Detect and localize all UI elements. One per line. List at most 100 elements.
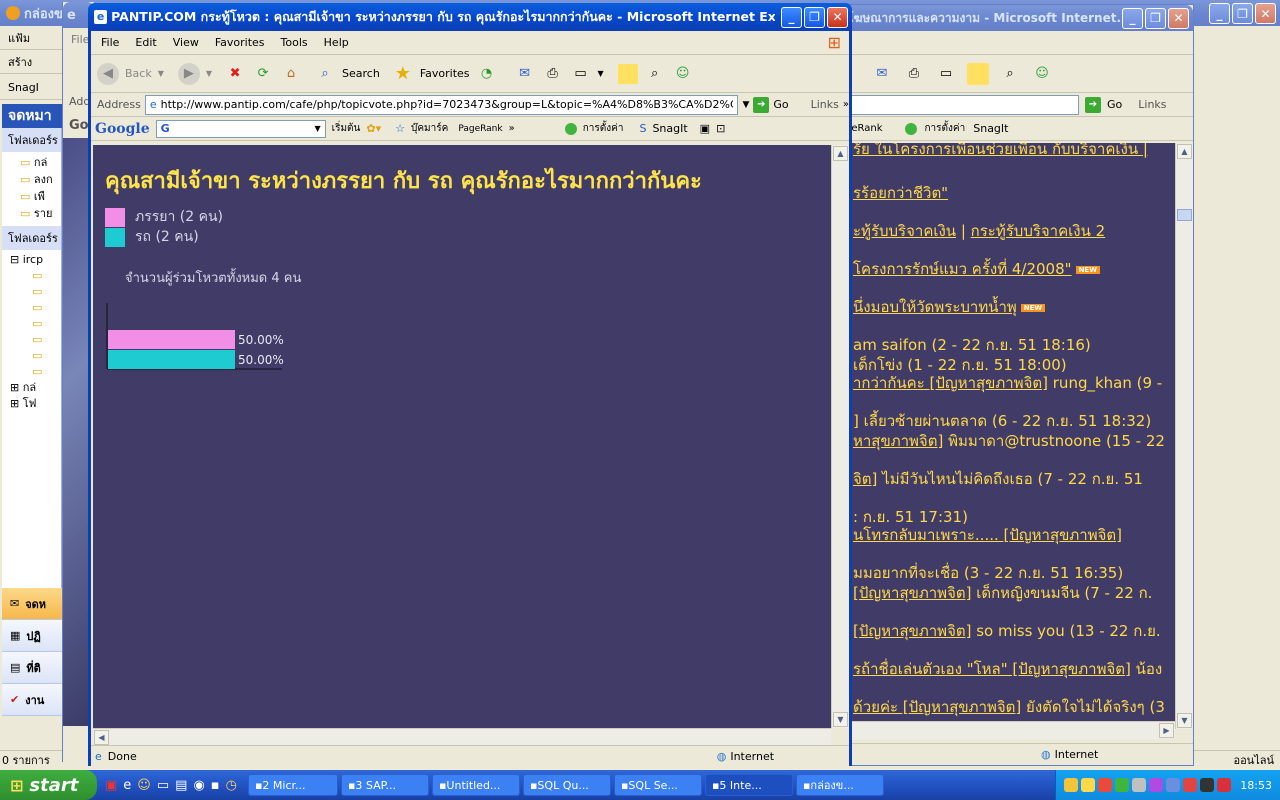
nav-mail[interactable]: ✉ จดห	[2, 588, 62, 620]
search-button[interactable]: Search	[342, 67, 380, 80]
favorites-button[interactable]: Favorites	[420, 67, 470, 80]
snagit-capture-icon[interactable]: ⊡	[716, 122, 725, 135]
topic-line[interactable]: รร้อยกว่าชีวิต"	[853, 181, 948, 205]
topic-link[interactable]: ากว่ากันคะ [ปัญหาสุขภาพจิต]	[853, 374, 1048, 392]
edit-icon[interactable]: ▭	[935, 63, 957, 85]
home-icon[interactable]: ⌂	[280, 63, 302, 85]
topic-link[interactable]: รถ้าชื่อเล่นตัวเอง "โหล" [ปัญหาสุขภาพจิต…	[853, 660, 1131, 678]
nav-contacts[interactable]: ▤ ที่ติ	[2, 652, 62, 684]
nav-calendar[interactable]: ▦ ปฏิ	[2, 620, 62, 652]
folder-item[interactable]: ▭ ลงก	[20, 171, 61, 188]
quicklaunch-terminal-icon[interactable]: ▪	[211, 778, 220, 793]
right-ie-snagit[interactable]: SnagIt	[973, 122, 1008, 135]
topic-line[interactable]: [ปัญหาสุขภาพจิต] เด็กหญิงขนมจีน (7 - 22 …	[853, 581, 1152, 605]
close-button[interactable]: ✕	[827, 6, 848, 28]
menu-edit[interactable]: Edit	[127, 36, 164, 49]
topic-link[interactable]: [ปัญหาสุขภาพจิต]	[853, 584, 971, 602]
tray-icon[interactable]	[1081, 778, 1096, 792]
search-icon[interactable]: ⌕	[314, 63, 336, 85]
tray-icon[interactable]	[1115, 778, 1130, 792]
mail-menu-file[interactable]: แฟ้ม	[0, 29, 38, 47]
google-options-button[interactable]: การตั้งค่า	[583, 121, 624, 136]
right-ie-scrollbar[interactable]: ▲ ▼	[1175, 143, 1193, 729]
topic-link[interactable]: โครงการรักษ์แมว ครั้งที่ 4/2008"	[853, 260, 1072, 278]
google-search-field[interactable]: G ▼	[155, 119, 326, 138]
topic-line[interactable]: รถ้าชื่อเล่นตัวเอง "โหล" [ปัญหาสุขภาพจิต…	[853, 657, 1162, 681]
right-ie-links[interactable]: Links	[1138, 98, 1166, 111]
links-button[interactable]: Links	[811, 98, 839, 111]
tray-icon[interactable]	[1217, 778, 1232, 792]
scroll-up-icon[interactable]: ▲	[1177, 144, 1192, 159]
topic-line[interactable]: โครงการรักษ์แมว ครั้งที่ 4/2008" NEW	[853, 257, 1100, 281]
research-icon[interactable]: ⌕	[644, 63, 666, 85]
taskbar-button[interactable]: ▪ SQL Se...	[613, 774, 702, 796]
quicklaunch-ie-icon[interactable]: e	[123, 778, 131, 793]
address-field[interactable]: e http://www.pantip.com/cafe/php/topicvo…	[144, 94, 739, 115]
scroll-up-icon[interactable]: ▲	[833, 146, 848, 161]
mail-minimize-button[interactable]: _	[1209, 3, 1230, 24]
note-icon[interactable]	[967, 62, 989, 85]
menu-view[interactable]: View	[165, 36, 207, 49]
topic-line[interactable]: นึ่งมอบให้วัดพระบาทน้ำพุ NEW	[853, 295, 1046, 319]
menu-favorites[interactable]: Favorites	[207, 36, 273, 49]
messenger-icon[interactable]: ☺	[672, 63, 694, 85]
right-ie-hscrollbar[interactable]: ▶	[841, 721, 1175, 739]
quicklaunch-outlook-icon[interactable]: ◷	[226, 778, 237, 793]
right-ie-maximize-button[interactable]: ❐	[1145, 7, 1166, 29]
topic-link[interactable]: นโทรกลับมาเพราะ..... [ปัญหาสุขภาพจิต]	[853, 526, 1122, 544]
topic-line[interactable]: รัย ในโครงการเพื่อนช่วยเพื่อน กับบริจาคเ…	[853, 143, 1148, 161]
right-ie-close-button[interactable]: ✕	[1168, 7, 1189, 29]
right-ie-options[interactable]: การตั้งค่า	[925, 121, 966, 136]
go-arrow-icon[interactable]: ➔	[1085, 96, 1101, 113]
go-arrow-icon[interactable]: ➔	[753, 96, 770, 113]
refresh-icon[interactable]: ⟳	[252, 63, 274, 85]
messenger-icon[interactable]: ☺	[1031, 63, 1053, 85]
taskbar-button[interactable]: ▪ กล่องข...	[795, 774, 884, 796]
topic-line[interactable]: นโทรกลับมาเพราะ..... [ปัญหาสุขภาพจิต]	[853, 523, 1122, 547]
maximize-button[interactable]: ❐	[804, 6, 825, 28]
note-icon[interactable]	[617, 63, 638, 84]
topic-link[interactable]: รัย ในโครงการเพื่อนช่วยเพื่อน กับบริจาคเ…	[853, 143, 1148, 158]
google-news-icon[interactable]: ✿▾	[366, 122, 381, 135]
menu-file[interactable]: File	[93, 36, 127, 49]
topic-link[interactable]: รร้อยกว่าชีวิต"	[853, 184, 948, 202]
quicklaunch-app-icon[interactable]: ▣	[105, 778, 117, 793]
topic-link[interactable]: จิต]	[853, 470, 877, 488]
minimize-button[interactable]: _	[781, 6, 802, 28]
print-icon[interactable]: ⎙	[903, 63, 925, 85]
back-arrow-icon[interactable]: ◀	[97, 62, 119, 85]
forward-arrow-icon[interactable]: ▶	[177, 62, 200, 85]
topic-link[interactable]: กระทู้รับบริจาคเงิน 2	[971, 222, 1106, 240]
tray-icon[interactable]	[1166, 778, 1181, 792]
folder-item[interactable]: ▭ เพื	[20, 188, 61, 205]
folder-item[interactable]: ▭ กล่	[20, 154, 61, 171]
taskbar-button[interactable]: ▪ 5 Inte...	[704, 774, 793, 796]
history-icon[interactable]: ◔	[476, 63, 498, 85]
ie-vscrollbar[interactable]: ▲ ▼	[831, 145, 849, 728]
ie-hscrollbar[interactable]: ◀	[93, 728, 831, 745]
topic-line[interactable]: ะทู้รับบริจาคเงิน | กระทู้รับบริจาคเงิน …	[853, 219, 1105, 243]
mail-snagit-button[interactable]: SnagI	[0, 81, 47, 94]
scroll-right-icon[interactable]: ▶	[1159, 723, 1174, 738]
quicklaunch-messenger-icon[interactable]: ☺	[137, 778, 151, 793]
topic-line[interactable]: ด้วยค่ะ [ปัญหาสุขภาพจิต] ยังตัดใจไม่ได้จ…	[853, 695, 1165, 719]
edit-icon[interactable]: ▭	[570, 63, 592, 85]
mail-maximize-button[interactable]: ❐	[1232, 3, 1253, 24]
snagit-button[interactable]: SnagIt	[652, 122, 687, 135]
quicklaunch-media-icon[interactable]: ◉	[193, 778, 204, 793]
tray-icon[interactable]	[1098, 778, 1113, 792]
right-ie-go-button[interactable]: Go	[1107, 98, 1122, 111]
quicklaunch-folder-icon[interactable]: ▤	[175, 778, 187, 793]
address-dropdown-icon[interactable]: ▼	[742, 100, 749, 110]
tray-icon[interactable]	[1149, 778, 1164, 792]
taskbar-button[interactable]: ▪ Untitled...	[431, 774, 520, 796]
right-ie-titlebar[interactable]: โฆษณาการและความงาม - Microsoft Internet.…	[841, 5, 1193, 31]
tray-icon[interactable]	[1200, 778, 1215, 792]
google-start-button[interactable]: เริ่มต้น	[332, 121, 361, 136]
folder-item[interactable]: ⊞ กล่	[10, 380, 61, 396]
ie-titlebar[interactable]: e PANTIP.COM กระทู้โหวต : คุณสามีเจ้าขา …	[88, 3, 852, 31]
nav-tasks[interactable]: ✔ งาน	[2, 684, 62, 716]
mail-icon[interactable]: ✉	[514, 63, 536, 85]
taskbar-button[interactable]: ▪ 3 SAP...	[340, 774, 429, 796]
mail-close-button[interactable]: ✕	[1255, 3, 1276, 24]
